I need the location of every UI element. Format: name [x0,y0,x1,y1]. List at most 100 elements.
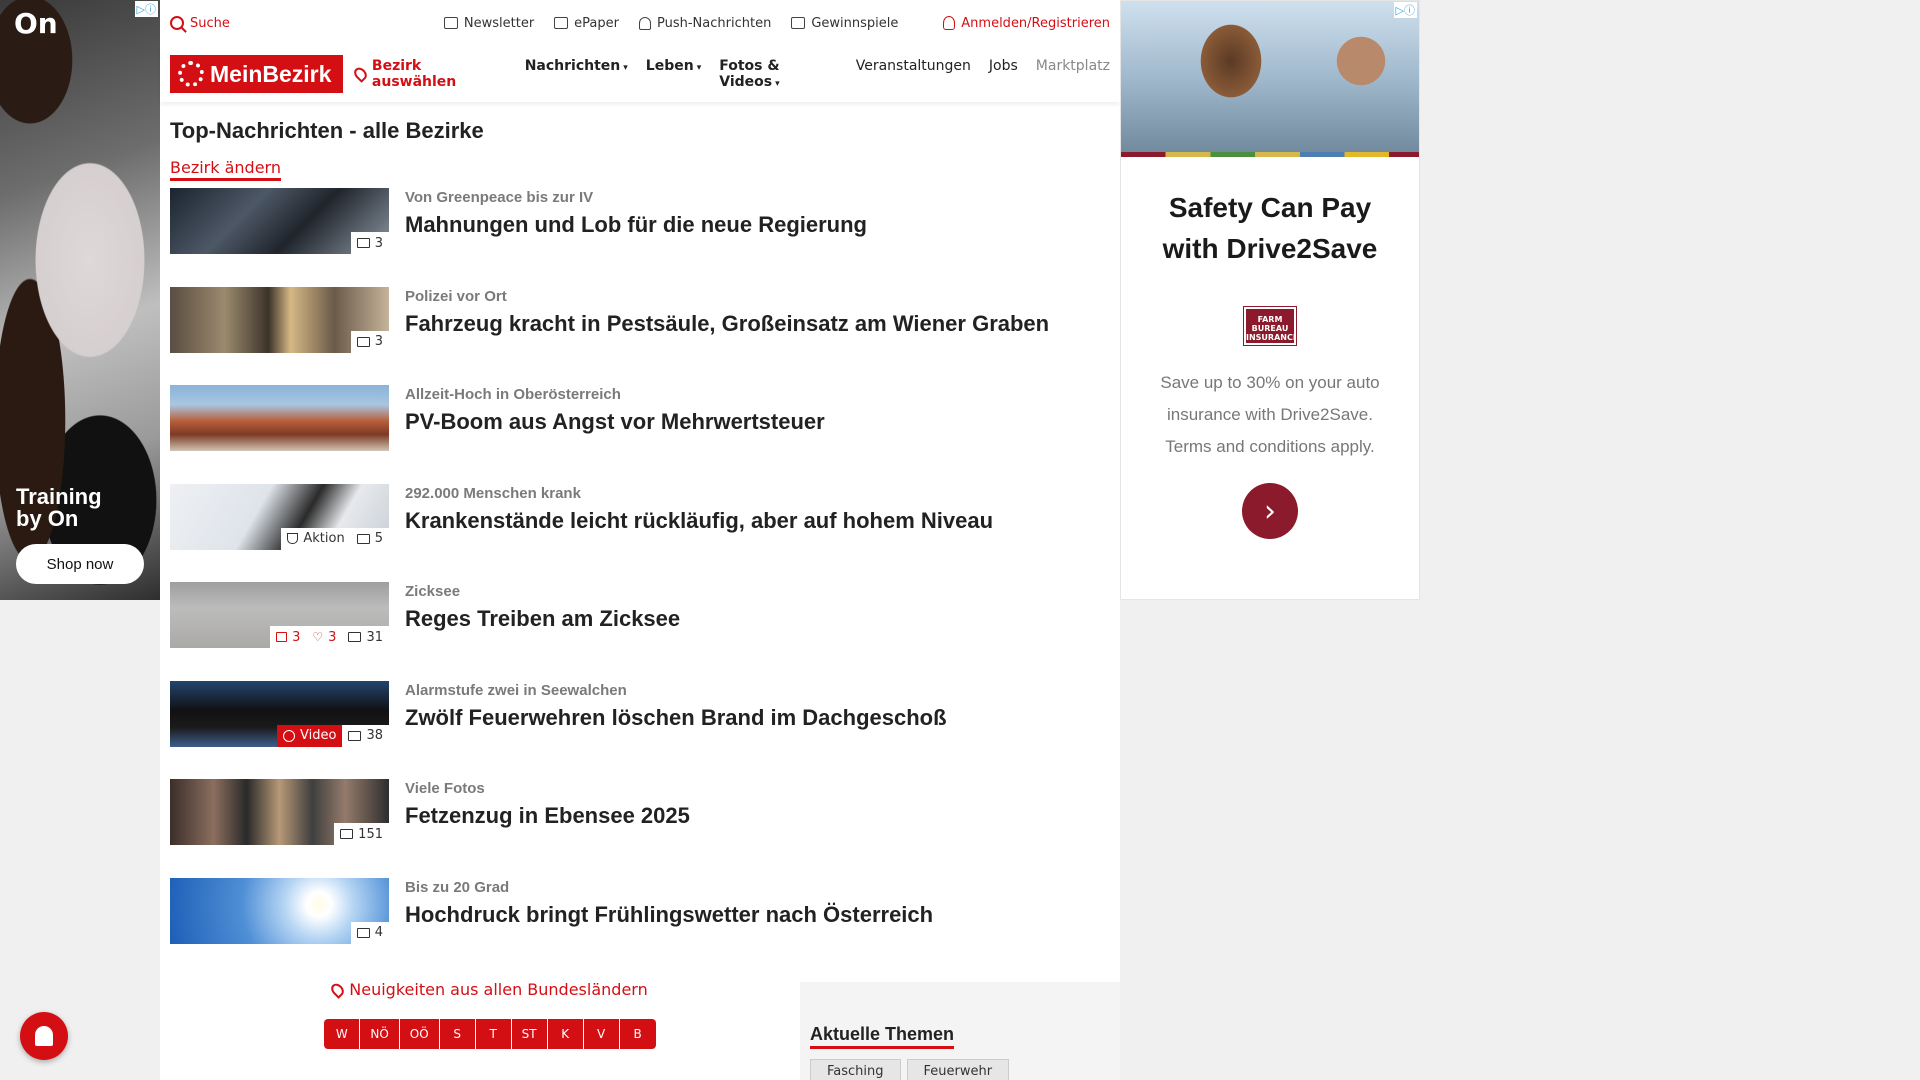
epaper-label: ePaper [574,15,619,31]
article-item[interactable]: Allzeit-Hoch in Oberösterreich PV-Boom a… [170,382,1110,481]
image-count: 3 [351,334,389,349]
ad-copy: Save up to 30% on your auto insurance wi… [1121,367,1419,463]
gewinnspiele-link[interactable]: Gewinnspiele [791,16,898,31]
article-headline[interactable]: PV-Boom aus Angst vor Mehrwertsteuer [405,409,825,435]
right-advertisement[interactable]: ▷ⓘ Safety Can Pay with Drive2Save FARM BU… [1120,0,1420,600]
region-button-ooe[interactable]: OÖ [399,1018,440,1049]
nav-jobs[interactable]: Jobs [989,58,1018,90]
image-count-value: 5 [374,531,383,546]
left-advertisement[interactable]: On ▷ⓘ Training by On Shop now [0,0,160,600]
region-button-s[interactable]: S [439,1018,476,1049]
image-count-value: 4 [374,925,383,940]
regions-title: Neuigkeiten aus allen Bundesländern [349,980,648,999]
top-bar: Suche Newsletter ePaper Push-Nachrichten… [160,0,1120,46]
search-label: Suche [190,15,230,31]
article-headline[interactable]: Reges Treiben am Zicksee [405,606,680,632]
ad-copy-line: Terms and conditions apply. [1165,437,1375,456]
topic-tag[interactable]: Feuerwehr [906,1059,1010,1080]
chevron-right-icon: › [1264,493,1276,529]
gewinnspiele-label: Gewinnspiele [811,15,899,31]
ad-arrow-button[interactable]: › [1242,483,1298,539]
brand-logo[interactable]: MeinBezirk [170,55,343,93]
newsletter-link[interactable]: Newsletter [443,16,534,31]
article-thumbnail[interactable]: Aktion 5 [170,483,389,550]
badges: 151 [334,823,389,845]
region-button-v[interactable]: V [583,1018,620,1049]
article-headline[interactable]: Mahnungen und Lob für die neue Regierung [405,212,867,238]
image-count: 38 [342,728,389,743]
badges: Video 38 [277,724,389,747]
article-thumbnail[interactable]: Video 38 [170,680,389,747]
topic-tag[interactable]: Fasching [810,1059,901,1080]
ad-copy-line: insurance with Drive2Save. [1167,405,1373,424]
article-thumbnail[interactable]: 151 [170,779,389,845]
brand-icon [178,61,204,87]
region-button-t[interactable]: T [475,1018,512,1049]
article-headline[interactable]: Fahrzeug kracht in Pestsäule, Großeinsat… [405,311,1049,337]
nav-leben[interactable]: Leben ▾ [646,58,701,90]
article-item[interactable]: 151 Viele Fotos Fetzenzug in Ebensee 202… [170,776,1110,875]
article-headline[interactable]: Hochdruck bringt Frühlingswetter nach Ös… [405,902,933,928]
search-icon [170,16,184,30]
login-link[interactable]: Anmelden/Registrieren [943,16,1110,31]
bell-icon [35,1026,53,1046]
change-bezirk-link[interactable]: Bezirk ändern [170,158,281,181]
article-thumbnail[interactable]: 3 [170,188,389,254]
region-button-b[interactable]: B [619,1018,656,1049]
location-pin-icon [328,980,347,999]
article-item[interactable]: Video 38 Alarmstufe zwei in Seewalchen Z… [170,678,1110,777]
article-kicker: 292.000 Menschen krank [405,484,581,502]
ad-headline-line: with Drive2Save [1162,233,1378,264]
article-thumbnail[interactable] [170,385,389,451]
region-buttons: W NÖ OÖ S T ST K V B [170,1018,810,1049]
comment-icon [276,632,288,642]
region-button-st[interactable]: ST [511,1018,548,1049]
article-text: Viele Fotos Fetzenzug in Ebensee 2025 [405,776,690,829]
shop-now-button[interactable]: Shop now [16,544,144,584]
adchoices-icon[interactable]: ▷ⓘ [1393,2,1417,18]
badges: Aktion 5 [281,527,389,550]
regions-section: Neuigkeiten aus allen Bundesländern W NÖ… [170,980,810,1049]
article-kicker: Polizei vor Ort [405,287,507,305]
article-headline[interactable]: Krankenstände leicht rückläufig, aber au… [405,508,993,534]
article-item[interactable]: 3 Von Greenpeace bis zur IV Mahnungen un… [170,185,1110,284]
nav-veranstaltungen[interactable]: Veranstaltungen [856,58,971,90]
regions-link[interactable]: Neuigkeiten aus allen Bundesländern [328,980,648,999]
article-item[interactable]: 3 ♡ 3 31 Zicksee Reges Treiben am Zicksee [170,579,1110,678]
select-bezirk-button[interactable]: Bezirk auswählen [351,58,509,90]
search-button[interactable]: Suche [170,16,230,31]
adchoices-icon[interactable]: ▷ⓘ [134,1,158,17]
article-item[interactable]: Aktion 5 292.000 Menschen krank Krankens… [170,481,1110,580]
push-label: Push-Nachrichten [657,15,772,31]
epaper-link[interactable]: ePaper [554,16,619,31]
article-thumbnail[interactable]: 3 ♡ 3 31 [170,582,389,648]
push-notifications-link[interactable]: Push-Nachrichten [639,16,771,31]
article-headline[interactable]: Fetzenzug in Ebensee 2025 [405,803,690,829]
article-thumbnail[interactable]: 3 [170,286,389,353]
play-icon [283,729,296,742]
location-pin-icon [351,65,370,83]
notification-bell-button[interactable] [20,1012,68,1060]
region-button-noe[interactable]: NÖ [360,1018,400,1049]
image-icon [356,533,370,544]
on-logo: On [14,7,58,40]
image-count: 151 [334,827,389,842]
nav-marktplatz[interactable]: Marktplatz [1036,58,1110,90]
article-thumbnail[interactable]: 4 [170,877,389,944]
image-icon [348,730,362,741]
article-item[interactable]: 4 Bis zu 20 Grad Hochdruck bringt Frühli… [170,875,1110,974]
image-icon [356,238,370,248]
region-button-k[interactable]: K [547,1018,584,1049]
image-icon [348,632,362,642]
region-button-w[interactable]: W [324,1018,361,1049]
article-item[interactable]: 3 Polizei vor Ort Fahrzeug kracht in Pes… [170,284,1110,383]
article-headline[interactable]: Zwölf Feuerwehren löschen Brand im Dachg… [405,705,947,731]
image-count: 5 [351,531,389,546]
nav-nachrichten[interactable]: Nachrichten ▾ [525,58,628,90]
video-badge: Video [277,724,343,747]
comment-count-value: 3 [292,629,301,645]
video-label: Video [300,728,337,743]
top-links: Newsletter ePaper Push-Nachrichten Gewin… [443,16,898,31]
image-count: 3 [351,236,389,251]
nav-fotos-videos[interactable]: Fotos & Videos ▾ [719,58,838,90]
